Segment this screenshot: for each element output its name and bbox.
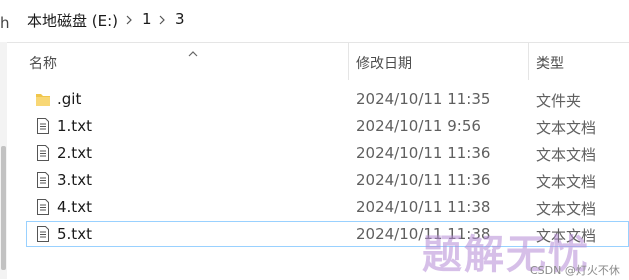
chevron-right-icon[interactable] [123, 11, 135, 29]
watermark-credit: CSDN @灯火不休 [530, 264, 620, 277]
file-name: .git [57, 90, 82, 108]
file-name: 2.txt [57, 144, 92, 162]
file-row-git[interactable]: .git 2024/10/11 11:35 文件夹 [26, 86, 629, 112]
file-type: 文本文档 [536, 173, 597, 191]
file-type: 文件夹 [536, 92, 582, 110]
breadcrumb-drive[interactable]: 本地磁盘 (E:) [27, 10, 118, 31]
file-type: 文本文档 [536, 146, 597, 164]
file-type: 文本文档 [536, 200, 597, 218]
file-name: 1.txt [57, 117, 92, 135]
address-bar[interactable]: h 本地磁盘 (E:) 1 3 [0, 0, 629, 43]
file-modified: 2024/10/11 11:36 [356, 171, 491, 189]
folder-icon [35, 90, 51, 108]
text-file-icon [35, 225, 51, 243]
column-header-row: 名称 修改日期 类型 [7, 42, 629, 80]
text-file-icon [35, 117, 51, 135]
chevron-right-icon[interactable] [156, 11, 168, 29]
file-name: 3.txt [57, 171, 92, 189]
file-row-1-txt[interactable]: 1.txt 2024/10/11 9:56 文本文档 [26, 113, 629, 139]
column-divider[interactable] [348, 42, 349, 80]
file-modified: 2024/10/11 11:38 [356, 198, 491, 216]
file-type: 文本文档 [536, 119, 597, 137]
text-file-icon [35, 198, 51, 216]
column-divider[interactable] [528, 42, 529, 80]
breadcrumb-folder-1[interactable]: 1 [142, 10, 152, 28]
file-row-4-txt[interactable]: 4.txt 2024/10/11 11:38 文本文档 [26, 194, 629, 220]
file-modified: 2024/10/11 11:35 [356, 90, 491, 108]
file-row-2-txt[interactable]: 2.txt 2024/10/11 11:36 文本文档 [26, 140, 629, 166]
breadcrumb-folder-3[interactable]: 3 [175, 10, 185, 28]
text-file-icon [35, 171, 51, 189]
file-modified: 2024/10/11 9:56 [356, 117, 481, 135]
column-header-modified[interactable]: 修改日期 [356, 53, 412, 73]
text-file-icon [35, 144, 51, 162]
file-modified: 2024/10/11 11:36 [356, 144, 491, 162]
column-header-name[interactable]: 名称 [29, 53, 57, 73]
file-name: 4.txt [57, 198, 92, 216]
navigation-pane-scrollbar[interactable] [0, 42, 7, 279]
sort-ascending-icon [187, 43, 199, 57]
column-header-type[interactable]: 类型 [536, 53, 564, 73]
file-name: 5.txt [57, 225, 92, 243]
scrollbar-thumb[interactable] [1, 146, 6, 270]
address-bar-edge-text: h [0, 14, 10, 32]
file-row-3-txt[interactable]: 3.txt 2024/10/11 11:36 文本文档 [26, 167, 629, 193]
